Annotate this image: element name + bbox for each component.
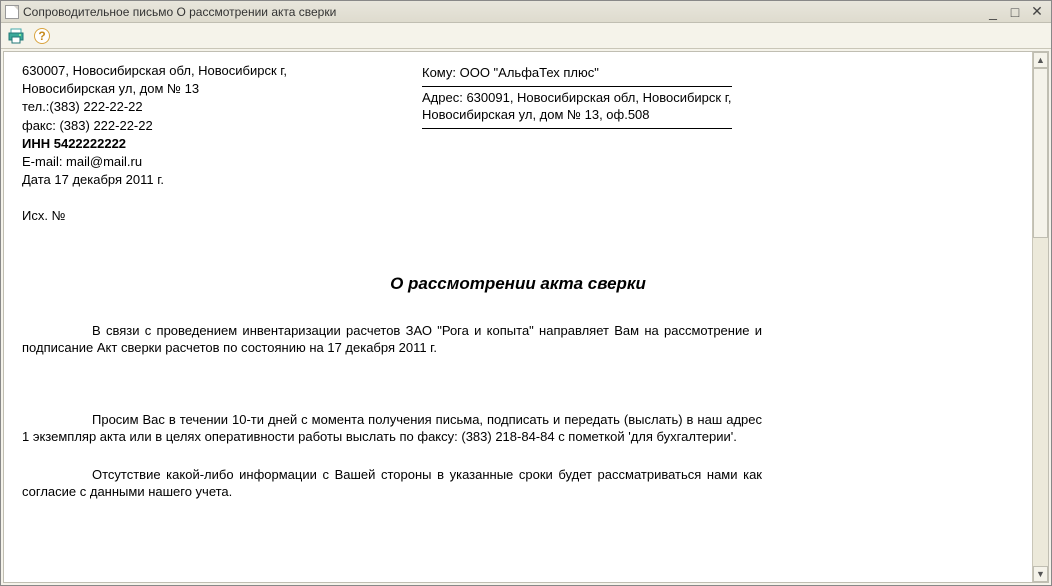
recipient-block: Кому: ООО "АльфаТех плюс" Адрес: 630091,…	[422, 62, 732, 226]
content-area: 630007, Новосибирская обл, Новосибирск г…	[1, 49, 1051, 585]
window-title: Сопроводительное письмо О рассмотрении а…	[23, 5, 983, 19]
sender-email: E-mail: mail@mail.ru	[22, 153, 362, 171]
scroll-track[interactable]	[1033, 68, 1048, 566]
recipient-address: Адрес: 630091, Новосибирская обл, Новоси…	[422, 87, 732, 129]
print-button[interactable]	[5, 25, 27, 47]
letter-header: 630007, Новосибирская обл, Новосибирск г…	[22, 62, 1014, 226]
minimize-button[interactable]: _	[983, 4, 1003, 20]
titlebar: Сопроводительное письмо О рассмотрении а…	[1, 1, 1051, 23]
scroll-down-button[interactable]: ▼	[1033, 566, 1048, 582]
vertical-scrollbar: ▲ ▼	[1032, 52, 1048, 582]
sender-date: Дата 17 декабря 2011 г.	[22, 171, 362, 189]
paragraph-3: Отсутствие какой-либо информации с Вашей…	[22, 466, 762, 501]
sender-address-2: Новосибирская ул, дом № 13	[22, 80, 362, 98]
sender-block: 630007, Новосибирская обл, Новосибирск г…	[22, 62, 362, 226]
sender-inn: ИНН 5422222222	[22, 135, 362, 153]
close-button[interactable]: ✕	[1027, 4, 1047, 20]
paragraph-2: Просим Вас в течении 10-ти дней с момент…	[22, 411, 762, 446]
document-icon	[5, 5, 19, 19]
scroll-up-button[interactable]: ▲	[1033, 52, 1048, 68]
document-title: О рассмотрении акта сверки	[22, 274, 1014, 294]
paragraph-1: В связи с проведением инвентаризации рас…	[22, 322, 762, 357]
maximize-button[interactable]: □	[1005, 4, 1025, 20]
window-controls: _ □ ✕	[983, 4, 1047, 20]
print-icon	[8, 28, 24, 44]
help-icon: ?	[34, 28, 50, 44]
recipient-to: Кому: ООО "АльфаТех плюс"	[422, 62, 732, 87]
outgoing-number: Исх. №	[22, 207, 362, 225]
toolbar: ?	[1, 23, 1051, 49]
sender-fax: факс: (383) 222-22-22	[22, 117, 362, 135]
document-body: 630007, Новосибирская обл, Новосибирск г…	[4, 52, 1032, 582]
document-viewport: 630007, Новосибирская обл, Новосибирск г…	[3, 51, 1049, 583]
scroll-thumb[interactable]	[1033, 68, 1048, 238]
help-button[interactable]: ?	[31, 25, 53, 47]
sender-address-1: 630007, Новосибирская обл, Новосибирск г…	[22, 62, 362, 80]
app-window: Сопроводительное письмо О рассмотрении а…	[0, 0, 1052, 586]
sender-tel: тел.:(383) 222-22-22	[22, 98, 362, 116]
